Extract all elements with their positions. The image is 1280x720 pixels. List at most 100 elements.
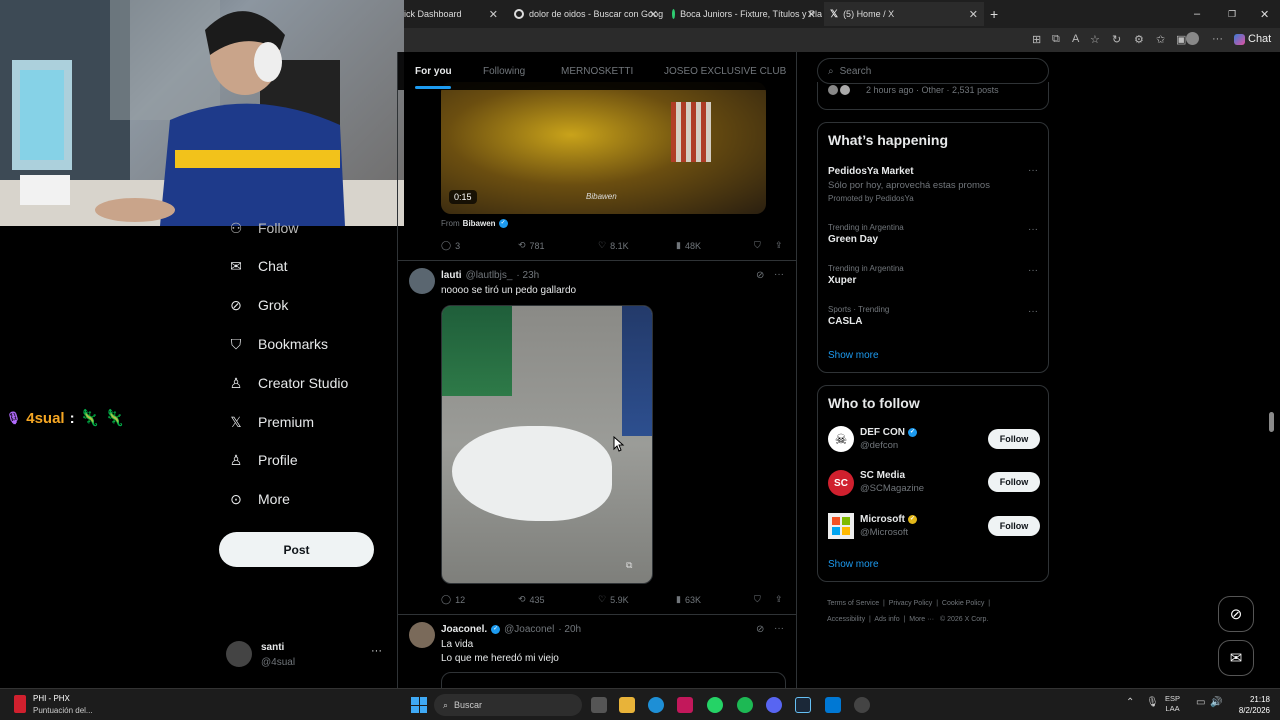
- browser-tab[interactable]: ick Dashboard ✕: [404, 2, 504, 26]
- edge-icon[interactable]: [648, 697, 664, 713]
- whatsapp-icon[interactable]: [707, 697, 723, 713]
- reply-button[interactable]: ◯ 12: [441, 594, 465, 605]
- translate-icon[interactable]: ⧉: [1052, 33, 1060, 46]
- trend-item[interactable]: Trending in Argentina Xuper: [828, 264, 904, 286]
- sc-media-avatar[interactable]: SC: [828, 470, 854, 496]
- follow-suggestion[interactable]: Microsoft ✓ @Microsoft: [860, 514, 917, 538]
- snipping-tool-icon[interactable]: [677, 697, 693, 713]
- follow-button[interactable]: Follow: [988, 472, 1040, 492]
- restore-button[interactable]: ❐: [1228, 2, 1242, 26]
- widget-subtitle[interactable]: Puntuación del...: [33, 706, 93, 715]
- footer-link[interactable]: Privacy Policy: [889, 600, 933, 607]
- obs-icon[interactable]: [854, 697, 870, 713]
- tab-for-you[interactable]: For you: [415, 66, 452, 77]
- footer-link[interactable]: Terms of Service: [827, 600, 879, 607]
- grok-icon[interactable]: ⊘: [756, 624, 764, 635]
- more-icon[interactable]: ···: [1212, 33, 1223, 45]
- widget-title[interactable]: PHI - PHX: [33, 694, 70, 703]
- mic-icon[interactable]: 🎙: [1146, 697, 1159, 708]
- new-tab-button[interactable]: +: [990, 2, 1010, 26]
- author-handle[interactable]: @Joaconel: [504, 624, 554, 635]
- tab-following[interactable]: Following: [483, 66, 525, 77]
- favorite-star-icon[interactable]: ☆: [1090, 33, 1100, 46]
- repost-button[interactable]: ⟲ 781: [518, 240, 545, 251]
- nav-bookmarks[interactable]: ⛉ Bookmarks: [228, 336, 328, 353]
- video-player[interactable]: 0:15 Bibawen: [441, 82, 766, 214]
- author-name[interactable]: lauti: [441, 270, 462, 281]
- post-button[interactable]: Post: [219, 532, 374, 567]
- views-button[interactable]: ▮ 48K: [676, 240, 701, 251]
- nav-follow[interactable]: ⚇ Follow: [228, 220, 299, 237]
- nav-premium[interactable]: 𝕏 Premium: [228, 414, 314, 431]
- taskbar-search[interactable]: ⌕ Buscar: [434, 694, 582, 716]
- minimize-button[interactable]: –: [1194, 2, 1208, 26]
- share-button[interactable]: ⇪: [775, 240, 783, 251]
- collections-icon[interactable]: ▣: [1176, 33, 1186, 46]
- more-icon[interactable]: ···: [1028, 165, 1038, 176]
- footer-link[interactable]: More ···: [909, 616, 934, 623]
- messages-float-button[interactable]: ✉: [1218, 640, 1254, 676]
- quoted-post[interactable]: [441, 672, 786, 688]
- profile-avatar[interactable]: [1186, 32, 1199, 45]
- close-icon[interactable]: ✕: [969, 8, 978, 21]
- refresh-icon[interactable]: ↻: [1112, 33, 1121, 46]
- discord-icon[interactable]: [766, 697, 782, 713]
- nav-profile[interactable]: ♙ Profile: [228, 452, 298, 469]
- chevron-up-icon[interactable]: ⌃: [1126, 697, 1134, 708]
- browser-tab[interactable]: dolor de oidos - Buscar con Goog ✕: [508, 2, 664, 26]
- favorites-icon[interactable]: ✩: [1156, 33, 1165, 46]
- reader-icon[interactable]: ⊞: [1032, 33, 1041, 46]
- more-icon[interactable]: ···: [1028, 224, 1038, 235]
- repost-button[interactable]: ⟲ 435: [518, 594, 545, 605]
- grok-float-button[interactable]: ⊘: [1218, 596, 1254, 632]
- browser-tab[interactable]: Boca Juniors - Fixture, Títulos y Pla ✕: [666, 2, 822, 26]
- window-close-button[interactable]: ✕: [1260, 2, 1274, 26]
- vscode-icon[interactable]: [825, 697, 841, 713]
- input-language[interactable]: ESP LAA: [1165, 694, 1180, 714]
- like-button[interactable]: ♡ 5.9K: [598, 594, 629, 605]
- follow-button[interactable]: Follow: [988, 429, 1040, 449]
- tab-joseo-exclusive-club[interactable]: JOSEO EXCLUSIVE CLUB: [664, 66, 786, 77]
- footer-link[interactable]: Ads info: [874, 616, 899, 623]
- follow-suggestion[interactable]: DEF CON ✓ @defcon: [860, 427, 917, 451]
- monitor-icon[interactable]: ▭: [1196, 697, 1205, 708]
- show-more-link[interactable]: Show more: [828, 559, 879, 570]
- author-handle[interactable]: @lautlbjs_: [466, 270, 513, 281]
- reply-button[interactable]: ◯ 3: [441, 240, 460, 251]
- promoted-trend[interactable]: PedidosYa Market Sólo por hoy, aprovechá…: [828, 164, 990, 203]
- browser-tab-active[interactable]: 𝕏 (5) Home / X ✕: [824, 2, 984, 26]
- footer-link[interactable]: Accessibility: [827, 616, 865, 623]
- more-icon[interactable]: ···: [774, 269, 784, 280]
- steam-icon[interactable]: [795, 697, 811, 713]
- bookmark-button[interactable]: ⛉: [754, 240, 761, 251]
- file-explorer-icon[interactable]: [619, 697, 635, 713]
- show-more-link[interactable]: Show more: [828, 350, 879, 361]
- spotify-icon[interactable]: [737, 697, 753, 713]
- skull-avatar-icon[interactable]: ☠: [828, 426, 854, 452]
- extensions-icon[interactable]: ⚙: [1134, 33, 1144, 46]
- close-icon[interactable]: ✕: [807, 8, 816, 21]
- trend-item[interactable]: Trending in Argentina Green Day: [828, 223, 904, 245]
- source-name[interactable]: Bibawen: [463, 219, 496, 228]
- more-icon[interactable]: ···: [774, 623, 784, 634]
- post-time[interactable]: · 23h: [516, 270, 539, 281]
- author-name[interactable]: Joaconel.: [441, 624, 487, 635]
- follow-button[interactable]: Follow: [988, 516, 1040, 536]
- read-aloud-icon[interactable]: A: [1072, 33, 1079, 45]
- avatar[interactable]: [409, 268, 435, 294]
- nav-grok[interactable]: ⊘ Grok: [228, 297, 288, 314]
- clock[interactable]: 21:18 8/2/2026: [1230, 694, 1270, 716]
- copilot-chat-button[interactable]: Chat: [1234, 33, 1271, 45]
- footer-link[interactable]: Cookie Policy: [942, 600, 984, 607]
- close-icon[interactable]: ✕: [489, 8, 498, 21]
- more-icon[interactable]: ···: [1028, 265, 1038, 276]
- image-expand-icon[interactable]: ⧉: [626, 560, 632, 571]
- bookmark-button[interactable]: ⛉: [754, 594, 761, 605]
- share-button[interactable]: ⇪: [775, 594, 783, 605]
- nav-more[interactable]: ⊙ More: [228, 491, 290, 508]
- windows-start-icon[interactable]: [411, 697, 427, 713]
- follow-suggestion[interactable]: SC Media @SCMagazine: [860, 470, 924, 494]
- scrollbar-thumb[interactable]: [1269, 412, 1274, 432]
- speaker-icon[interactable]: 🔊: [1210, 697, 1222, 708]
- search-input[interactable]: ⌕ Search: [817, 58, 1049, 84]
